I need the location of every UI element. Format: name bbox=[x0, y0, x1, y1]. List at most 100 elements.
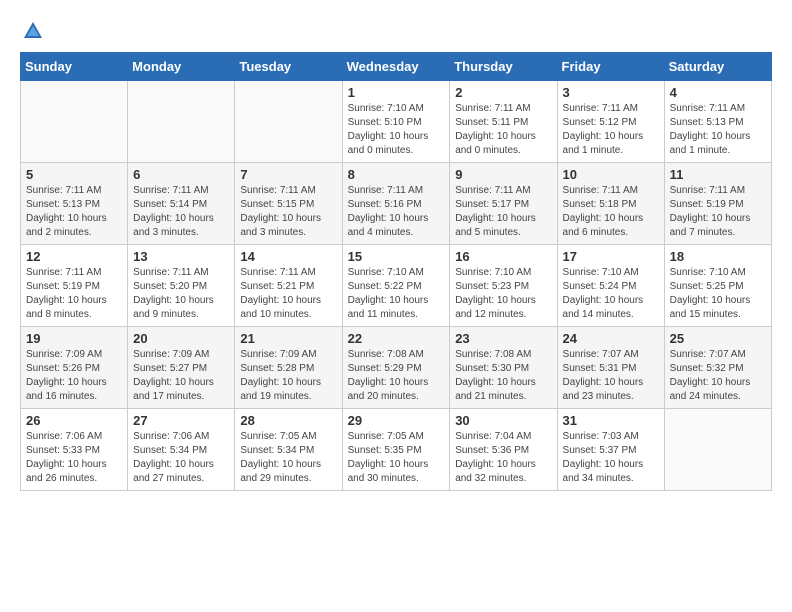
table-cell: 3Sunrise: 7:11 AM Sunset: 5:12 PM Daylig… bbox=[557, 81, 664, 163]
day-info: Sunrise: 7:10 AM Sunset: 5:24 PM Dayligh… bbox=[563, 266, 659, 322]
table-cell: 23 Sunrise: 7:08 AM Sunset: 5:30 PM Dayli… bbox=[450, 327, 557, 409]
day-info: Sunrise: 7:05 AM Sunset: 5:35 PM Dayligh… bbox=[348, 430, 445, 486]
table-cell: 25 Sunrise: 7:07 AM Sunset: 5:32 PM Dayli… bbox=[664, 327, 771, 409]
day-number: 6 bbox=[133, 167, 229, 182]
day-number: 30 bbox=[455, 413, 551, 428]
day-number: 8 bbox=[348, 167, 445, 182]
weekday-header-thursday: Thursday bbox=[450, 53, 557, 81]
day-info: Sunrise: 7:11 AM Sunset: 5:13 PM Dayligh… bbox=[670, 102, 766, 158]
day-info: Sunrise: 7:07 AM Sunset: 5:32 PM Dayligh… bbox=[670, 348, 766, 404]
day-info: Sunrise: 7:09 AM Sunset: 5:28 PM Dayligh… bbox=[240, 348, 336, 404]
day-info: Sunrise: 7:11 AM Sunset: 5:21 PM Dayligh… bbox=[240, 266, 336, 322]
day-number: 12 bbox=[26, 249, 122, 264]
day-number: 24 bbox=[563, 331, 659, 346]
day-number: 18 bbox=[670, 249, 766, 264]
table-cell: 6Sunrise: 7:11 AM Sunset: 5:14 PM Daylig… bbox=[128, 163, 235, 245]
table-cell: 9 Sunrise: 7:11 AM Sunset: 5:17 PM Daylig… bbox=[450, 163, 557, 245]
table-cell: 16 Sunrise: 7:10 AM Sunset: 5:23 PM Dayli… bbox=[450, 245, 557, 327]
day-number: 9 bbox=[455, 167, 551, 182]
table-cell bbox=[128, 81, 235, 163]
day-info: Sunrise: 7:04 AM Sunset: 5:36 PM Dayligh… bbox=[455, 430, 551, 486]
day-number: 2 bbox=[455, 85, 551, 100]
table-cell: 2Sunrise: 7:11 AM Sunset: 5:11 PM Daylig… bbox=[450, 81, 557, 163]
table-cell: 28 Sunrise: 7:05 AM Sunset: 5:34 PM Dayli… bbox=[235, 409, 342, 491]
day-info: Sunrise: 7:11 AM Sunset: 5:15 PM Dayligh… bbox=[240, 184, 336, 240]
week-row-3: 12 Sunrise: 7:11 AM Sunset: 5:19 PM Dayli… bbox=[21, 245, 772, 327]
day-info: Sunrise: 7:11 AM Sunset: 5:17 PM Dayligh… bbox=[455, 184, 551, 240]
table-cell: 12 Sunrise: 7:11 AM Sunset: 5:19 PM Dayli… bbox=[21, 245, 128, 327]
logo-icon bbox=[22, 20, 44, 42]
day-info: Sunrise: 7:06 AM Sunset: 5:34 PM Dayligh… bbox=[133, 430, 229, 486]
table-cell: 4 Sunrise: 7:11 AM Sunset: 5:13 PM Daylig… bbox=[664, 81, 771, 163]
table-cell: 5 Sunrise: 7:11 AM Sunset: 5:13 PM Daylig… bbox=[21, 163, 128, 245]
day-number: 14 bbox=[240, 249, 336, 264]
weekday-header-row: SundayMondayTuesdayWednesdayThursdayFrid… bbox=[21, 53, 772, 81]
day-info: Sunrise: 7:11 AM Sunset: 5:13 PM Dayligh… bbox=[26, 184, 122, 240]
week-row-1: 1Sunrise: 7:10 AM Sunset: 5:10 PM Daylig… bbox=[21, 81, 772, 163]
weekday-header-friday: Friday bbox=[557, 53, 664, 81]
day-number: 23 bbox=[455, 331, 551, 346]
day-info: Sunrise: 7:11 AM Sunset: 5:19 PM Dayligh… bbox=[26, 266, 122, 322]
table-cell: 7 Sunrise: 7:11 AM Sunset: 5:15 PM Daylig… bbox=[235, 163, 342, 245]
table-cell bbox=[664, 409, 771, 491]
day-number: 20 bbox=[133, 331, 229, 346]
day-info: Sunrise: 7:06 AM Sunset: 5:33 PM Dayligh… bbox=[26, 430, 122, 486]
weekday-header-monday: Monday bbox=[128, 53, 235, 81]
day-number: 13 bbox=[133, 249, 229, 264]
day-info: Sunrise: 7:03 AM Sunset: 5:37 PM Dayligh… bbox=[563, 430, 659, 486]
weekday-header-wednesday: Wednesday bbox=[342, 53, 450, 81]
table-cell: 21 Sunrise: 7:09 AM Sunset: 5:28 PM Dayli… bbox=[235, 327, 342, 409]
weekday-header-saturday: Saturday bbox=[664, 53, 771, 81]
table-cell: 27 Sunrise: 7:06 AM Sunset: 5:34 PM Dayli… bbox=[128, 409, 235, 491]
day-info: Sunrise: 7:10 AM Sunset: 5:22 PM Dayligh… bbox=[348, 266, 445, 322]
table-cell bbox=[235, 81, 342, 163]
day-number: 22 bbox=[348, 331, 445, 346]
table-cell: 24 Sunrise: 7:07 AM Sunset: 5:31 PM Dayli… bbox=[557, 327, 664, 409]
day-info: Sunrise: 7:09 AM Sunset: 5:26 PM Dayligh… bbox=[26, 348, 122, 404]
day-number: 26 bbox=[26, 413, 122, 428]
day-number: 16 bbox=[455, 249, 551, 264]
day-info: Sunrise: 7:11 AM Sunset: 5:20 PM Dayligh… bbox=[133, 266, 229, 322]
day-number: 29 bbox=[348, 413, 445, 428]
weekday-header-sunday: Sunday bbox=[21, 53, 128, 81]
day-number: 19 bbox=[26, 331, 122, 346]
table-cell: 14 Sunrise: 7:11 AM Sunset: 5:21 PM Dayli… bbox=[235, 245, 342, 327]
day-number: 21 bbox=[240, 331, 336, 346]
day-info: Sunrise: 7:11 AM Sunset: 5:16 PM Dayligh… bbox=[348, 184, 445, 240]
table-cell: 1Sunrise: 7:10 AM Sunset: 5:10 PM Daylig… bbox=[342, 81, 450, 163]
day-info: Sunrise: 7:07 AM Sunset: 5:31 PM Dayligh… bbox=[563, 348, 659, 404]
day-info: Sunrise: 7:09 AM Sunset: 5:27 PM Dayligh… bbox=[133, 348, 229, 404]
table-cell: 22 Sunrise: 7:08 AM Sunset: 5:29 PM Dayli… bbox=[342, 327, 450, 409]
day-info: Sunrise: 7:11 AM Sunset: 5:12 PM Dayligh… bbox=[563, 102, 659, 158]
logo bbox=[20, 20, 44, 42]
table-cell: 30 Sunrise: 7:04 AM Sunset: 5:36 PM Dayli… bbox=[450, 409, 557, 491]
day-number: 11 bbox=[670, 167, 766, 182]
day-info: Sunrise: 7:10 AM Sunset: 5:23 PM Dayligh… bbox=[455, 266, 551, 322]
table-cell: 10 Sunrise: 7:11 AM Sunset: 5:18 PM Dayli… bbox=[557, 163, 664, 245]
day-info: Sunrise: 7:08 AM Sunset: 5:29 PM Dayligh… bbox=[348, 348, 445, 404]
day-number: 15 bbox=[348, 249, 445, 264]
day-info: Sunrise: 7:11 AM Sunset: 5:18 PM Dayligh… bbox=[563, 184, 659, 240]
calendar-table: SundayMondayTuesdayWednesdayThursdayFrid… bbox=[20, 52, 772, 491]
day-number: 10 bbox=[563, 167, 659, 182]
day-number: 7 bbox=[240, 167, 336, 182]
table-cell: 17 Sunrise: 7:10 AM Sunset: 5:24 PM Dayli… bbox=[557, 245, 664, 327]
day-info: Sunrise: 7:10 AM Sunset: 5:25 PM Dayligh… bbox=[670, 266, 766, 322]
day-number: 4 bbox=[670, 85, 766, 100]
day-number: 5 bbox=[26, 167, 122, 182]
day-number: 28 bbox=[240, 413, 336, 428]
day-info: Sunrise: 7:11 AM Sunset: 5:19 PM Dayligh… bbox=[670, 184, 766, 240]
table-cell: 19 Sunrise: 7:09 AM Sunset: 5:26 PM Dayli… bbox=[21, 327, 128, 409]
weekday-header-tuesday: Tuesday bbox=[235, 53, 342, 81]
table-cell: 13 Sunrise: 7:11 AM Sunset: 5:20 PM Dayli… bbox=[128, 245, 235, 327]
day-number: 27 bbox=[133, 413, 229, 428]
table-cell bbox=[21, 81, 128, 163]
day-info: Sunrise: 7:08 AM Sunset: 5:30 PM Dayligh… bbox=[455, 348, 551, 404]
day-number: 1 bbox=[348, 85, 445, 100]
table-cell: 8 Sunrise: 7:11 AM Sunset: 5:16 PM Daylig… bbox=[342, 163, 450, 245]
day-info: Sunrise: 7:05 AM Sunset: 5:34 PM Dayligh… bbox=[240, 430, 336, 486]
week-row-5: 26 Sunrise: 7:06 AM Sunset: 5:33 PM Dayli… bbox=[21, 409, 772, 491]
day-number: 17 bbox=[563, 249, 659, 264]
day-number: 25 bbox=[670, 331, 766, 346]
page-header bbox=[20, 20, 772, 42]
